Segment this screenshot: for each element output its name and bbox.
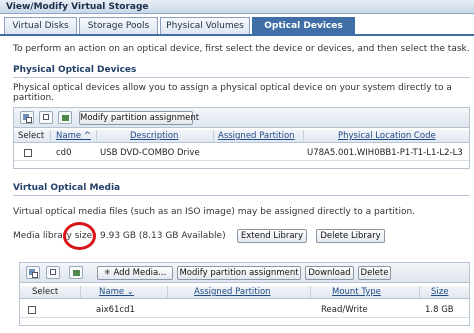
window-title: View/Modify Virtual Storage [0, 0, 474, 14]
refresh-icon[interactable] [69, 266, 83, 279]
column-divider [310, 286, 311, 298]
row-select-checkbox[interactable] [24, 149, 32, 157]
row-select-checkbox[interactable] [28, 306, 36, 314]
table-row: cd0 USB DVD-COMBO Drive U78A5.001.WIH0BB… [14, 145, 469, 161]
column-assigned-partition[interactable]: Assigned Partition [194, 286, 271, 299]
tab-virtual-disks[interactable]: Virtual Disks [4, 17, 77, 34]
select-all-icon[interactable] [26, 266, 40, 279]
deselect-all-icon[interactable] [39, 111, 53, 124]
virtual-media-table: ✳ Add Media... Modify partition assignme… [19, 262, 470, 326]
column-select: Select [32, 287, 59, 297]
instructions-text: To perform an action on an optical devic… [13, 44, 470, 54]
media-section-title: Virtual Optical Media [13, 183, 121, 193]
tab-physical-volumes[interactable]: Physical Volumes [160, 17, 250, 34]
table-row: aix61cd1 Read/Write 1.8 GB [20, 302, 469, 318]
media-library-value: 9.93 GB (8.13 GB Available) [100, 231, 226, 241]
physical-toolbar: Modify partition assignment [14, 108, 469, 128]
physical-description: Physical optical devices allow you to as… [13, 83, 452, 103]
column-select: Select [18, 131, 45, 141]
column-divider [213, 130, 214, 142]
tab-storage-pools[interactable]: Storage Pools [79, 17, 158, 34]
column-divider [419, 286, 420, 298]
divider [13, 77, 470, 78]
media-mount-type: Read/Write [321, 305, 368, 315]
divider [13, 195, 470, 196]
device-location-code: U78A5.001.WIH0BB1-P1-T1-L1-L2-L3 [307, 148, 463, 158]
column-size[interactable]: Size [431, 286, 448, 299]
column-description[interactable]: Description [130, 130, 178, 143]
extend-library-button[interactable]: Extend Library [237, 229, 307, 243]
select-all-icon[interactable] [20, 111, 34, 124]
tab-optical-devices[interactable]: Optical Devices [252, 17, 355, 34]
device-description: USB DVD-COMBO Drive [100, 148, 200, 158]
column-name[interactable]: Name ^ [56, 130, 91, 143]
column-name[interactable]: Name ⌄ [99, 286, 134, 299]
download-button[interactable]: Download [305, 266, 354, 280]
media-description: Virtual optical media files (such as an … [13, 207, 416, 217]
media-size: 1.8 GB [425, 305, 454, 315]
main-content: To perform an action on an optical devic… [0, 36, 474, 333]
column-divider [50, 130, 51, 142]
device-name: cd0 [56, 148, 72, 158]
highlight-circle-annotation [63, 222, 96, 250]
media-name: aix61cd1 [96, 305, 135, 315]
column-divider [167, 286, 168, 298]
table-header: Select Name ⌄ Assigned Partition Mount T… [20, 286, 469, 299]
column-divider [303, 130, 304, 142]
table-header: Select Name ^ Description Assigned Parti… [14, 130, 469, 143]
modify-partition-assignment-button[interactable]: Modify partition assignment [177, 266, 301, 280]
column-physical-location-code[interactable]: Physical Location Code [338, 130, 436, 143]
add-media-button[interactable]: ✳ Add Media... [97, 266, 173, 280]
column-mount-type[interactable]: Mount Type [332, 286, 381, 299]
column-divider [80, 286, 81, 298]
media-toolbar: ✳ Add Media... Modify partition assignme… [20, 263, 469, 283]
modify-partition-assignment-button[interactable]: Modify partition assignment [79, 111, 199, 125]
physical-section-title: Physical Optical Devices [13, 65, 137, 75]
column-assigned-partition[interactable]: Assigned Partition [218, 130, 295, 143]
column-divider [96, 130, 97, 142]
delete-library-button[interactable]: Delete Library [316, 229, 385, 243]
delete-button[interactable]: Delete [358, 266, 391, 280]
deselect-all-icon[interactable] [46, 266, 60, 279]
physical-devices-table: Modify partition assignment Select Name … [13, 107, 470, 169]
refresh-icon[interactable] [58, 111, 72, 124]
